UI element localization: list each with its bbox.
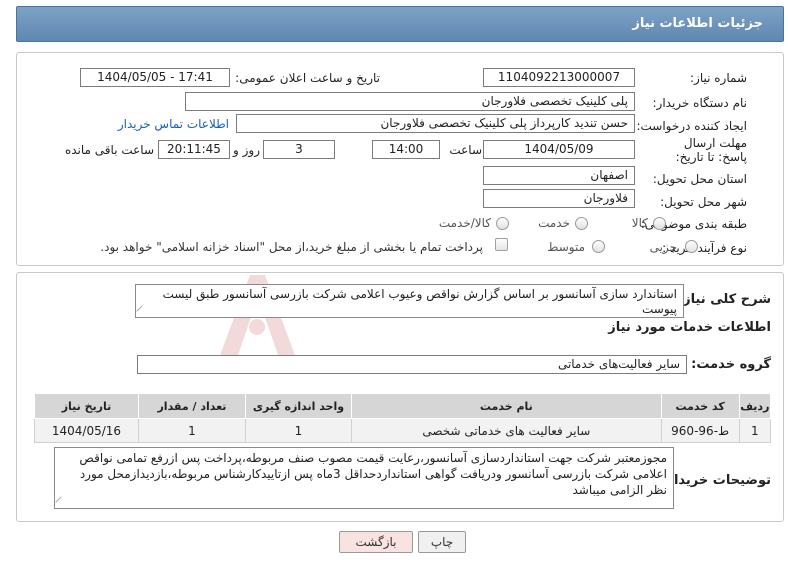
category-radio-goods[interactable] bbox=[653, 217, 666, 230]
print-button[interactable]: چاپ bbox=[418, 531, 466, 553]
remaining-time-field[interactable]: 20:11:45 bbox=[158, 140, 230, 159]
need-number-field[interactable]: 1104092213000007 bbox=[483, 68, 635, 87]
cell-row: 1 bbox=[738, 418, 772, 443]
page-header: جزئیات اطلاعات نیاز bbox=[16, 6, 784, 42]
treasury-payment-note: پرداخت تمام یا بخشی از مبلغ خرید،از محل … bbox=[100, 240, 483, 254]
purchase-radio-minor[interactable] bbox=[685, 240, 698, 253]
buyer-notes-label: توضیحات خریدار: bbox=[661, 473, 771, 488]
deadline-time-label: ساعت bbox=[449, 143, 482, 157]
purchase-radio-medium[interactable] bbox=[592, 240, 605, 253]
cell-unit: 1 bbox=[244, 418, 352, 443]
category-option-service: خدمت bbox=[538, 216, 570, 230]
service-group-label: گروه خدمت: bbox=[691, 357, 771, 372]
category-option-goods-service: کالا/خدمت bbox=[438, 216, 491, 230]
purchase-option-medium: متوسط bbox=[547, 240, 585, 254]
city-label: شهر محل تحویل: bbox=[660, 195, 747, 209]
back-button[interactable]: بازگشت bbox=[339, 531, 413, 553]
col-code-header: کد خدمت bbox=[660, 393, 740, 419]
deadline-label: مهلت ارسال پاسخ: تا تاریخ: bbox=[675, 136, 747, 164]
buyer-org-field[interactable]: پلی کلینیک تخصصی فلاورجان bbox=[185, 92, 635, 111]
cell-qty: 1 bbox=[137, 418, 246, 443]
treasury-payment-checkbox[interactable] bbox=[495, 238, 508, 251]
cell-code: ط-96-960 bbox=[660, 418, 740, 443]
table-row[interactable]: 1 ط-96-960 سایر فعالیت های خدماتی شخصی 1… bbox=[34, 418, 772, 443]
summary-textarea[interactable]: استاندارد سازی آسانسور بر اساس گزارش نوا… bbox=[135, 284, 684, 318]
col-name-header: نام خدمت bbox=[350, 393, 662, 419]
buyer-contact-link[interactable]: اطلاعات تماس خریدار bbox=[118, 117, 229, 131]
announce-datetime-field[interactable]: 1404/05/05 - 17:41 bbox=[80, 68, 230, 87]
cell-name: سایر فعالیت های خدماتی شخصی bbox=[350, 418, 662, 443]
city-field[interactable]: فلاورجان bbox=[483, 189, 635, 208]
buyer-notes-text: مجوزمعتبر شرکت جهت استانداردسازی آسانسور… bbox=[79, 451, 667, 497]
col-unit-header: واحد اندازه گیری bbox=[244, 393, 352, 419]
table-header-row: ردیف کد خدمت نام خدمت واحد اندازه گیری ت… bbox=[34, 393, 772, 419]
resize-handle-icon[interactable] bbox=[136, 305, 148, 317]
col-qty-header: تعداد / مقدار bbox=[137, 393, 246, 419]
purchase-option-minor: جزیی bbox=[649, 240, 677, 254]
remaining-time-label: ساعت باقی مانده bbox=[64, 143, 154, 157]
summary-label: شرح کلی نیاز: bbox=[677, 292, 771, 307]
page-title: جزئیات اطلاعات نیاز bbox=[632, 16, 763, 31]
cell-date: 1404/05/16 bbox=[34, 418, 139, 443]
col-date-header: تاریخ نیاز bbox=[34, 393, 139, 419]
days-label: روز و bbox=[233, 143, 260, 157]
services-heading: اطلاعات خدمات مورد نیاز bbox=[608, 320, 771, 335]
resize-handle-icon[interactable] bbox=[55, 496, 67, 508]
category-option-goods: کالا bbox=[631, 216, 648, 230]
creator-label: ایجاد کننده درخواست: bbox=[636, 119, 747, 133]
deadline-time-field[interactable]: 14:00 bbox=[372, 140, 440, 159]
creator-field[interactable]: حسن تندید کارپرداز پلی کلینیک تخصصی فلاو… bbox=[236, 114, 635, 133]
province-field[interactable]: اصفهان bbox=[483, 166, 635, 185]
days-remaining-field[interactable]: 3 bbox=[263, 140, 335, 159]
summary-text: استاندارد سازی آسانسور بر اساس گزارش نوا… bbox=[162, 287, 677, 316]
buyer-org-label: نام دستگاه خریدار: bbox=[652, 96, 748, 110]
category-radio-service[interactable] bbox=[575, 217, 588, 230]
col-row-header: ردیف bbox=[738, 393, 772, 419]
announce-datetime-label: تاریخ و ساعت اعلان عمومی: bbox=[235, 71, 380, 85]
need-number-label: شماره نیاز: bbox=[690, 71, 747, 85]
province-label: استان محل تحویل: bbox=[652, 172, 747, 186]
service-group-field[interactable]: سایر فعالیت‌های خدماتی bbox=[137, 355, 687, 374]
deadline-date-field[interactable]: 1404/05/09 bbox=[483, 140, 635, 159]
buyer-notes-textarea[interactable]: مجوزمعتبر شرکت جهت استانداردسازی آسانسور… bbox=[54, 447, 674, 509]
category-radio-goods-service[interactable] bbox=[496, 217, 509, 230]
services-table: ردیف کد خدمت نام خدمت واحد اندازه گیری ت… bbox=[34, 393, 772, 443]
